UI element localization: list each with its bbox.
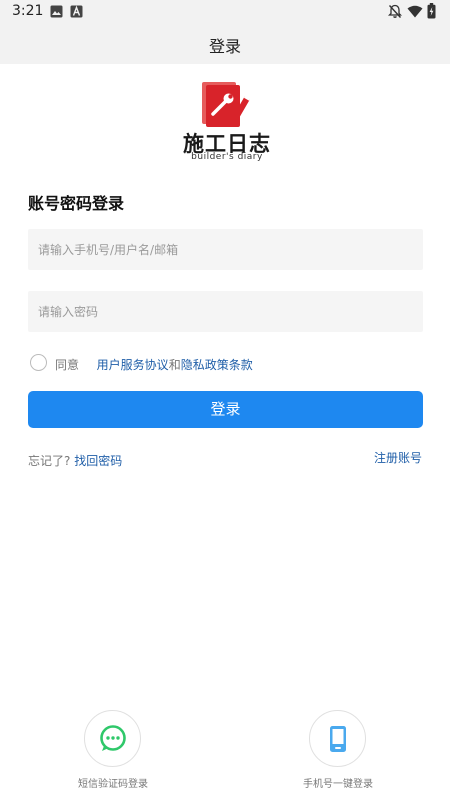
- login-method-title: 账号密码登录: [28, 194, 125, 213]
- battery-icon: [427, 3, 436, 19]
- username-field[interactable]: [28, 229, 423, 270]
- agree-and: 和: [168, 358, 181, 372]
- notifications-off-icon: [388, 4, 402, 18]
- mobile-phone-icon: [330, 726, 346, 752]
- user-agreement-link[interactable]: 用户服务协议: [97, 358, 169, 372]
- diary-wrench-logo-icon: [202, 82, 252, 127]
- sms-login-button[interactable]: [84, 710, 141, 767]
- phone-login-button[interactable]: [309, 710, 366, 767]
- app-notification-icon: [70, 5, 83, 18]
- register-link[interactable]: 注册账号: [374, 449, 422, 466]
- phone-login-label: 手机号一键登录: [303, 779, 373, 790]
- username-input[interactable]: [28, 229, 423, 270]
- logo-subtitle: builder's diary: [191, 152, 263, 162]
- navigation-bar: [0, 795, 450, 800]
- password-field[interactable]: [28, 291, 423, 332]
- login-button[interactable]: 登录: [28, 391, 423, 428]
- phone-login-option[interactable]: 手机号一键登录: [288, 710, 388, 800]
- find-password-link[interactable]: 找回密码: [74, 454, 122, 468]
- agreement-checkbox[interactable]: [30, 354, 47, 371]
- privacy-policy-link[interactable]: 隐私政策条款: [181, 358, 253, 372]
- agree-prefix: 同意: [55, 358, 80, 372]
- wifi-icon: [407, 5, 423, 18]
- password-input[interactable]: [28, 291, 423, 332]
- app-logo: 施工日志 builder's diary: [182, 80, 272, 164]
- chat-bubble-icon: [100, 725, 126, 751]
- status-time: 3:21: [12, 3, 44, 19]
- agreement-text: 同意 用户服务协议和隐私政策条款: [55, 356, 253, 373]
- sms-login-option[interactable]: 短信验证码登录: [63, 710, 163, 800]
- page-title: 登录: [208, 37, 241, 56]
- status-bar: 3:21: [0, 0, 450, 24]
- forgot-prefix: 忘记了?: [28, 454, 71, 468]
- forgot-password-row: 忘记了? 找回密码: [28, 452, 122, 469]
- title-bar: 登录: [0, 24, 450, 64]
- gallery-notification-icon: [50, 5, 63, 18]
- sms-login-label: 短信验证码登录: [78, 779, 148, 790]
